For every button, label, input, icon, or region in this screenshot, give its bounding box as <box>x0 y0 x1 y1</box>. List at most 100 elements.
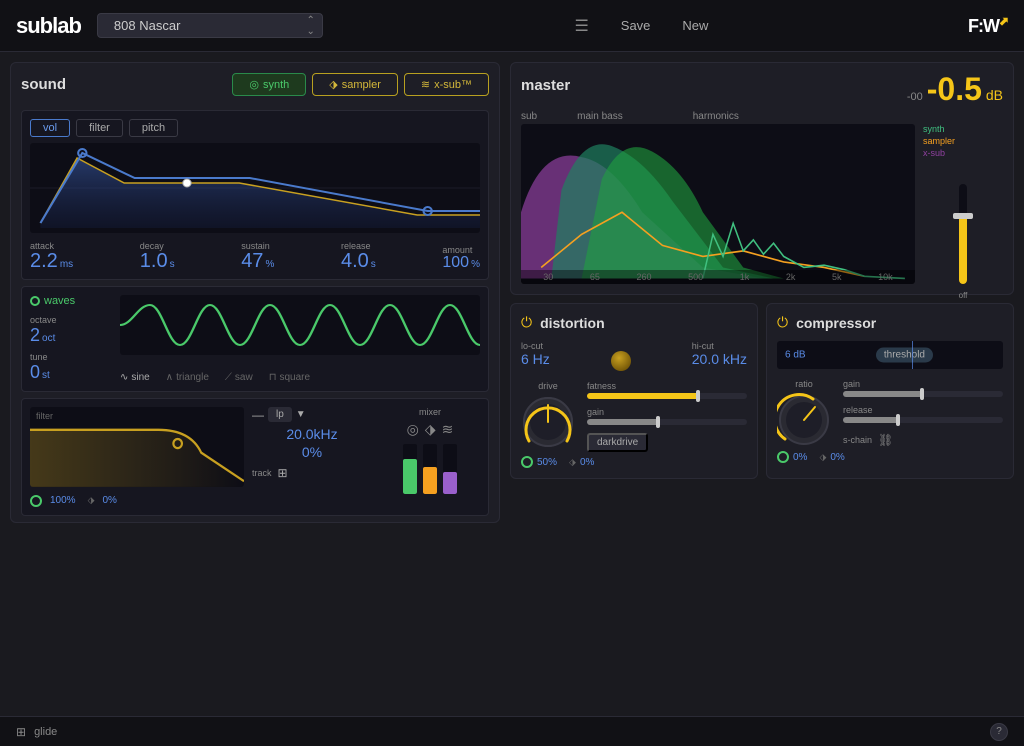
compressor-title: compressor <box>796 315 876 331</box>
sound-panel: sound ◎ synth ⬗ sampler ≋ x-sub™ <box>10 62 500 523</box>
comp-sliders: gain release <box>843 379 1003 447</box>
help-button[interactable]: ? <box>990 723 1008 741</box>
comp-release-label: release <box>843 405 1003 415</box>
square-tab[interactable]: ⊓ square <box>269 372 310 383</box>
tune-param: tune 0 st <box>30 352 110 383</box>
freq-2k: 2k <box>786 272 796 282</box>
dist-power-icon[interactable] <box>521 456 533 468</box>
new-button[interactable]: New <box>674 16 716 35</box>
sustain-value: 47 <box>241 251 263 271</box>
distortion-power-icon[interactable]: ⏻ <box>521 314 532 331</box>
distortion-title: distortion <box>540 315 605 331</box>
release-param: release 4.0 s <box>341 241 376 271</box>
legend-sampler: sampler <box>923 136 1003 146</box>
locut-param: lo-cut 6 Hz <box>521 341 550 371</box>
comp-power-icon[interactable] <box>777 451 789 463</box>
legend-xsub-label: x-sub <box>923 148 945 158</box>
mixer-bar-orange[interactable] <box>423 444 437 494</box>
filter-controls: — lp ▼ 20.0kHz 0% track ⊞ <box>252 407 372 507</box>
synth-tab[interactable]: ◎ synth <box>232 73 306 96</box>
fader-handle[interactable] <box>953 213 973 219</box>
preset-selector[interactable] <box>97 13 323 38</box>
comp-gain-thumb[interactable] <box>920 388 924 400</box>
dist-mix-value: 0% <box>580 457 594 468</box>
pitch-tab[interactable]: pitch <box>129 119 178 137</box>
sound-tabs: ◎ synth ⬗ sampler ≋ x-sub™ <box>232 73 489 96</box>
logo-suffix: lab <box>52 13 81 38</box>
gain-thumb[interactable] <box>656 416 660 428</box>
saw-label: saw <box>235 372 253 383</box>
mixer-bar-purple[interactable] <box>443 444 457 494</box>
octave-label: octave <box>30 315 110 325</box>
waves-active-icon <box>30 296 40 306</box>
drive-knob[interactable] <box>521 395 575 449</box>
preset-container[interactable]: ⌃⌄ <box>97 13 323 38</box>
amount-param: amount 100 % <box>442 245 480 271</box>
master-fader[interactable]: off <box>953 184 973 284</box>
drive-label: drive <box>538 381 558 391</box>
master-spectrum-container: sub main bass harmonics <box>521 111 1003 284</box>
threshold-bar[interactable]: 6 dB threshold <box>777 341 1003 369</box>
filter-active-icon <box>30 495 42 507</box>
sampler-tab[interactable]: ⬗ sampler <box>312 73 398 96</box>
darkdrive-button[interactable]: darkdrive <box>587 433 648 452</box>
dist-dot-container <box>566 341 676 371</box>
filter-freq-value: 20.0kHz <box>252 426 372 442</box>
xsub-icon: ≋ <box>421 78 430 91</box>
xsub-tab[interactable]: ≋ x-sub™ <box>404 73 489 96</box>
fatness-thumb[interactable] <box>696 390 700 402</box>
fader-off-label: off <box>959 291 968 300</box>
sustain-unit: % <box>265 259 274 270</box>
square-icon: ⊓ <box>269 372 277 383</box>
ratio-knob[interactable] <box>777 393 831 447</box>
waves-title: waves <box>30 295 110 307</box>
freq-1k: 1k <box>740 272 750 282</box>
dist-bottom-row: 50% ⬗ 0% <box>521 456 747 468</box>
save-button[interactable]: Save <box>613 16 659 35</box>
comp-gain-slider[interactable] <box>843 391 1003 397</box>
schain-row: s-chain ⛓ <box>843 433 1003 447</box>
schain-icon[interactable]: ⛓ <box>878 433 893 447</box>
master-db: -00 -0.5 dB <box>907 73 1003 105</box>
sine-icon: ∿ <box>120 372 128 383</box>
locut-label: lo-cut <box>521 341 550 351</box>
filter-section: filter <box>21 398 489 516</box>
mixer-icon-3: ≋ <box>442 421 454 438</box>
ratio-knob-container: ratio <box>777 379 831 447</box>
sine-label: sine <box>131 372 149 383</box>
comp-on-value: 0% <box>793 452 807 463</box>
master-db-value: -0.5 <box>927 73 982 105</box>
dist-dot[interactable] <box>611 351 631 371</box>
vol-tab[interactable]: vol <box>30 119 70 137</box>
master-header: master -00 -0.5 dB <box>521 73 1003 105</box>
gain-label: gain <box>587 407 747 417</box>
fatness-slider[interactable] <box>587 393 747 399</box>
waves-section: waves octave 2 oct tune 0 st <box>21 286 489 392</box>
filter-type-label[interactable]: lp <box>268 407 292 422</box>
wave-type-tabs: ∿ sine ∧ triangle ⟋ saw ⊓ <box>120 372 480 383</box>
release-unit: s <box>371 259 376 270</box>
app-logo: sublab <box>16 13 81 39</box>
triangle-tab[interactable]: ∧ triangle <box>166 372 209 383</box>
mixer-bar-green[interactable] <box>403 444 417 494</box>
gain-slider[interactable] <box>587 419 747 425</box>
sustain-param: sustain 47 % <box>241 241 274 271</box>
waves-right: ∿ sine ∧ triangle ⟋ saw ⊓ <box>120 295 480 383</box>
comp-release-thumb[interactable] <box>896 414 900 426</box>
saw-tab[interactable]: ⟋ saw <box>225 372 253 383</box>
master-panel: master -00 -0.5 dB sub main bass harmoni… <box>510 62 1014 295</box>
comp-main: ratio gai <box>777 379 1003 447</box>
sine-tab[interactable]: ∿ sine <box>120 372 150 383</box>
threshold-value: 6 dB <box>785 350 806 361</box>
drive-knob-container: drive <box>521 381 575 449</box>
harmonics-label: harmonics <box>693 111 739 122</box>
comp-gain-fill <box>843 391 923 397</box>
filter-tab[interactable]: filter <box>76 119 123 137</box>
wave-display <box>120 295 480 355</box>
dist-right: fatness gain <box>587 381 747 452</box>
comp-release-slider[interactable] <box>843 417 1003 423</box>
compressor-power-icon[interactable]: ⏻ <box>777 314 788 331</box>
menu-icon[interactable]: ☰ <box>574 16 588 36</box>
legend-sampler-label: sampler <box>923 136 955 146</box>
distortion-panel: ⏻ distortion lo-cut 6 Hz hi-cut 20.0 kHz <box>510 303 758 479</box>
